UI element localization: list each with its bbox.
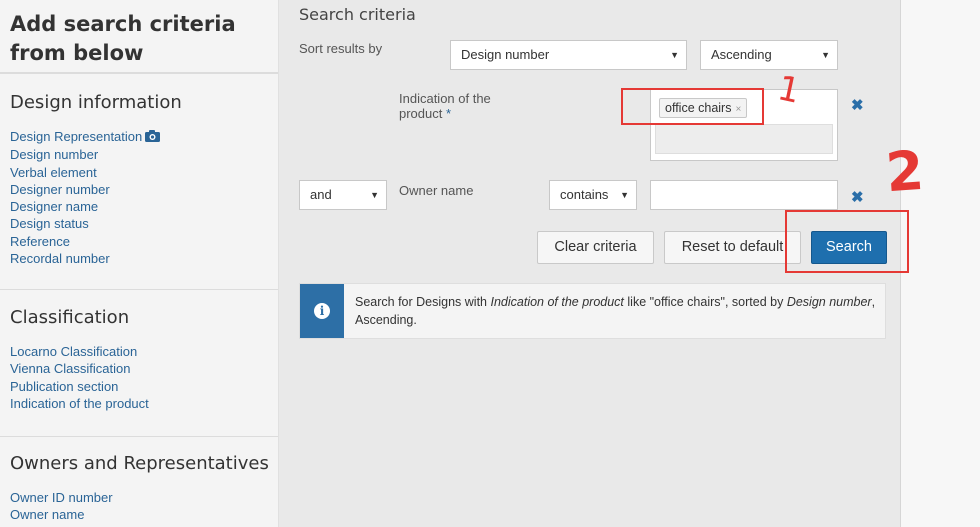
link-designer-name[interactable]: Designer name — [10, 198, 160, 215]
sidebar-title: Add search criteria from below — [10, 12, 236, 65]
link-locarno-classification[interactable]: Locarno Classification — [10, 343, 149, 360]
chevron-down-icon: ▼ — [821, 50, 830, 60]
link-design-number[interactable]: Design number — [10, 146, 160, 163]
tag-text-input[interactable] — [655, 124, 833, 154]
classification-links: Locarno Classification Vienna Classifica… — [10, 343, 149, 412]
criterion-label-text: Indication of the product — [399, 91, 491, 121]
link-publication-section[interactable]: Publication section — [10, 378, 149, 395]
annotation-label-2: 2 — [883, 138, 926, 205]
criterion-label-owner-name: Owner name — [399, 183, 474, 198]
owners-links: Owner ID number Owner name — [10, 489, 113, 524]
section-divider — [0, 436, 278, 437]
link-recordal-number[interactable]: Recordal number — [10, 250, 160, 267]
sort-label: Sort results by — [299, 41, 383, 56]
link-designer-number[interactable]: Designer number — [10, 181, 160, 198]
annotation-box-1 — [621, 88, 764, 125]
link-owner-name[interactable]: Owner name — [10, 506, 113, 523]
sort-order-select[interactable]: Ascending ▼ — [700, 40, 838, 70]
search-criteria-heading: Search criteria — [299, 5, 416, 24]
search-summary-alert: i Search for Designs with Indication of … — [299, 283, 886, 339]
info-icon-cell: i — [300, 284, 344, 338]
reset-to-default-button[interactable]: Reset to default — [664, 231, 801, 264]
sort-order-value: Ascending — [711, 47, 772, 62]
section-divider — [0, 289, 278, 290]
sort-field-select[interactable]: Design number ▼ — [450, 40, 687, 70]
link-design-representation[interactable]: Design Representation — [10, 128, 161, 146]
operator-value: and — [310, 187, 332, 202]
match-type-value: contains — [560, 187, 609, 202]
link-owner-id-number[interactable]: Owner ID number — [10, 489, 113, 506]
camera-icon — [145, 129, 161, 146]
design-information-links: Design Representation Design number Verb… — [10, 128, 161, 267]
section-heading-classification: Classification — [10, 307, 130, 328]
criterion-label-indication: Indication of the product * — [399, 91, 529, 121]
owner-name-input[interactable] — [650, 180, 838, 210]
required-mark: * — [446, 106, 452, 121]
annotation-box-2 — [785, 210, 909, 273]
search-summary-text: Search for Designs with Indication of th… — [355, 295, 876, 327]
section-heading-design-information: Design information — [10, 92, 182, 113]
operator-select[interactable]: and ▼ — [299, 180, 387, 210]
match-type-select[interactable]: contains ▼ — [549, 180, 637, 210]
chevron-down-icon: ▼ — [370, 190, 379, 200]
info-icon: i — [314, 303, 330, 319]
chevron-down-icon: ▼ — [620, 190, 629, 200]
remove-criterion-icon[interactable]: ✖ — [851, 190, 864, 205]
link-reference[interactable]: Reference — [10, 233, 160, 250]
section-heading-owners: Owners and Representatives — [10, 453, 269, 474]
link-indication-of-the-product[interactable]: Indication of the product — [10, 395, 149, 412]
remove-criterion-icon[interactable]: ✖ — [851, 98, 864, 113]
title-divider — [0, 72, 278, 74]
chevron-down-icon: ▼ — [670, 50, 679, 60]
right-panel — [900, 0, 980, 527]
link-design-status[interactable]: Design status — [10, 215, 160, 232]
link-vienna-classification[interactable]: Vienna Classification — [10, 360, 149, 377]
criteria-sidebar: Add search criteria from below Design in… — [0, 0, 279, 527]
link-verbal-element[interactable]: Verbal element — [10, 164, 160, 181]
clear-criteria-button[interactable]: Clear criteria — [537, 231, 654, 264]
sort-field-value: Design number — [461, 47, 550, 62]
